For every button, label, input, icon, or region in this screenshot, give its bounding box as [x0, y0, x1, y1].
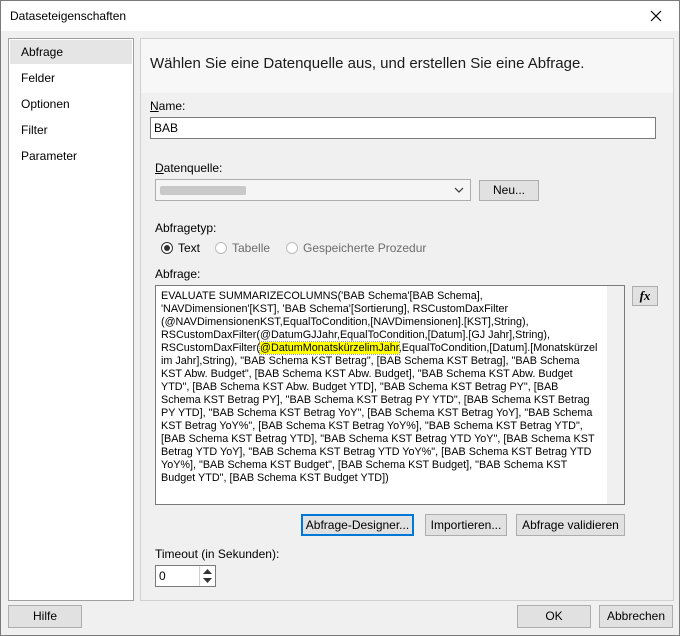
timeout-spin-buttons[interactable]: [199, 566, 215, 586]
query-designer-label: Abfrage-Designer...: [305, 518, 410, 532]
cancel-button[interactable]: Abbrechen: [599, 605, 673, 628]
nav-item-filter[interactable]: Filter: [10, 118, 132, 142]
timeout-value: 0: [159, 569, 166, 583]
radio-stored-procedure-label: Gespeicherte Prozedur: [303, 241, 427, 255]
window-title: Dataseteigenschaften: [10, 9, 127, 23]
datasource-label: Datenquelle:: [155, 161, 223, 175]
dataset-properties-dialog: Dataseteigenschaften Abfrage Felder Opti…: [0, 0, 680, 636]
ok-label: OK: [545, 609, 563, 623]
new-datasource-button[interactable]: Neu...: [479, 180, 539, 201]
close-button[interactable]: [633, 1, 679, 31]
datasource-select[interactable]: [155, 179, 471, 201]
import-label: Importieren...: [430, 518, 502, 532]
title-bar: Dataseteigenschaften: [1, 1, 679, 31]
help-button[interactable]: Hilfe: [8, 605, 82, 628]
radio-stored-procedure-indicator[interactable]: [286, 242, 298, 254]
query-textarea[interactable]: EVALUATE SUMMARIZECOLUMNS('BAB Schema'[B…: [155, 285, 625, 505]
heading-band: Wählen Sie eine Datenquelle aus, und ers…: [141, 39, 673, 93]
validate-query-button[interactable]: Abfrage validieren: [516, 514, 625, 536]
name-input[interactable]: BAB: [150, 117, 656, 139]
spin-down-icon[interactable]: [203, 578, 212, 583]
navigation-list: Abfrage Felder Optionen Filter Parameter: [8, 38, 134, 601]
chevron-down-icon: [454, 187, 464, 193]
nav-item-felder[interactable]: Felder: [10, 66, 132, 90]
name-label: Name:: [150, 99, 186, 113]
close-icon: [650, 10, 662, 22]
datasource-redacted-value: [160, 186, 246, 195]
datasource-label-text: atenquelle:: [163, 161, 223, 175]
nav-item-optionen[interactable]: Optionen: [10, 92, 132, 116]
query-text-after: ,EqualToCondition,[Datum].[Monatskürzel …: [161, 342, 601, 484]
timeout-stepper[interactable]: 0: [155, 565, 216, 587]
expression-button[interactable]: fx: [632, 286, 658, 306]
name-label-text: ame:: [158, 99, 186, 113]
fx-icon: fx: [639, 288, 651, 303]
query-label: Abfrage:: [155, 267, 201, 281]
cancel-label: Abbrechen: [606, 609, 666, 623]
nav-item-parameter[interactable]: Parameter: [10, 144, 132, 168]
new-button-label: Neu...: [492, 183, 525, 197]
ok-button[interactable]: OK: [517, 605, 591, 628]
timeout-label: Timeout (in Sekunden):: [155, 547, 280, 561]
main-panel: Wählen Sie eine Datenquelle aus, und ers…: [140, 38, 674, 601]
query-text-highlight: @DatumMonatskürzelimJahr: [259, 341, 400, 355]
radio-tabelle-label: Tabelle: [232, 241, 271, 255]
spin-up-icon[interactable]: [203, 569, 212, 574]
nav-item-abfrage[interactable]: Abfrage: [10, 40, 132, 64]
query-text: EVALUATE SUMMARIZECOLUMNS('BAB Schema'[B…: [161, 290, 599, 485]
radio-text-indicator[interactable]: [161, 242, 173, 254]
radio-text-label: Text: [178, 241, 201, 255]
import-button[interactable]: Importieren...: [425, 514, 507, 536]
page-heading: Wählen Sie eine Datenquelle aus, und ers…: [150, 55, 585, 72]
help-label: Hilfe: [32, 609, 57, 623]
name-value: BAB: [154, 121, 179, 135]
querytype-label: Abfragetyp:: [155, 221, 217, 235]
query-scrollbar[interactable]: [607, 286, 624, 504]
query-designer-button[interactable]: Abfrage-Designer...: [301, 514, 414, 536]
validate-label: Abfrage validieren: [522, 518, 619, 532]
radio-tabelle-indicator[interactable]: [215, 242, 227, 254]
